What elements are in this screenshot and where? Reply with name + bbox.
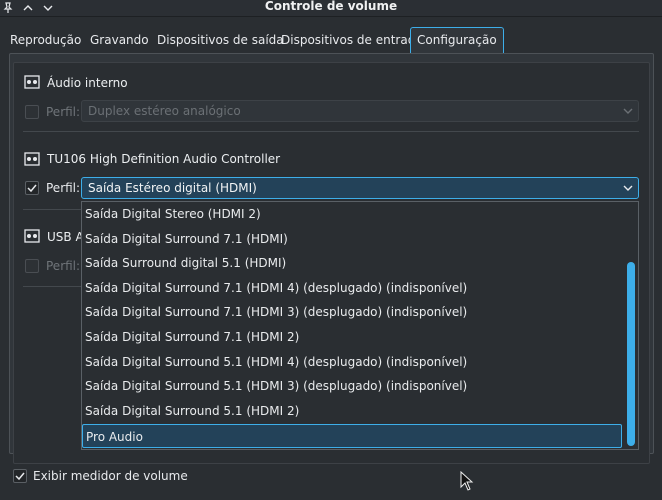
check-icon [27, 184, 37, 193]
dropdown-item[interactable]: Saída Digital Surround 7.1 (HDMI 2) [82, 325, 622, 349]
profile-combo[interactable]: Duplex estéreo analógico [81, 100, 639, 122]
dropdown-item[interactable]: Saída Digital Surround 5.1 (HDMI 4) (des… [82, 350, 622, 374]
chevron-down-icon [623, 108, 633, 114]
chevron-down-icon [623, 185, 633, 191]
profile-label: Perfil: [46, 181, 81, 195]
separator [23, 131, 639, 132]
audio-card-icon [24, 229, 40, 243]
tab-input-devices[interactable]: Dispositivos de entrada [275, 28, 429, 52]
mouse-cursor-icon [460, 471, 474, 491]
profile-checkbox[interactable] [25, 259, 39, 273]
tab-recording[interactable]: Gravando [84, 28, 155, 52]
dropdown-item[interactable]: Saída Surround digital 5.1 (HDMI) [82, 251, 622, 275]
tab-bar: Reprodução Gravando Dispositivos de saíd… [0, 27, 662, 54]
profile-combo[interactable]: Saída Estéreo digital (HDMI) [81, 177, 639, 199]
audio-card-icon [24, 152, 40, 166]
tab-output-devices[interactable]: Dispositivos de saída [151, 28, 290, 52]
window-title: Controle de volume [264, 0, 398, 13]
profile-value: Duplex estéreo analógico [88, 104, 241, 118]
profile-checkbox[interactable] [25, 181, 39, 195]
separator [23, 286, 81, 287]
profile-value: Saída Estéreo digital (HDMI) [88, 181, 257, 195]
profile-checkbox[interactable] [25, 105, 39, 119]
profile-label: Perfil: [46, 105, 81, 119]
dropdown-scrollbar[interactable] [627, 204, 635, 447]
dropdown-item[interactable]: Saída Digital Surround 7.1 (HDMI 3) (des… [82, 300, 622, 324]
dropdown-item-selected[interactable]: Pro Audio [82, 424, 622, 448]
profile-dropdown-list[interactable]: Saída Digital Stereo (HDMI 2) Saída Digi… [81, 201, 639, 450]
card-name: Áudio interno [47, 76, 128, 90]
dropdown-item[interactable]: Saída Digital Surround 7.1 (HDMI) [82, 227, 622, 251]
show-meter-label: Exibir medidor de volume [33, 469, 188, 483]
dropdown-item[interactable]: Saída Digital Surround 7.1 (HDMI 4) (des… [82, 276, 622, 300]
tab-playback[interactable]: Reprodução [4, 28, 87, 52]
scrollbar-thumb[interactable] [627, 262, 635, 446]
show-meter-checkbox[interactable] [13, 469, 27, 483]
separator [23, 209, 81, 210]
card-name: TU106 High Definition Audio Controller [47, 152, 281, 166]
dropdown-item[interactable]: Saída Digital Surround 5.1 (HDMI 2) [82, 399, 622, 423]
dropdown-item[interactable]: Saída Digital Surround 5.1 (HDMI 3) (des… [82, 374, 622, 398]
tab-configuration[interactable]: Configuração [410, 27, 504, 54]
dropdown-item[interactable]: Saída Digital Stereo (HDMI 2) [82, 202, 622, 226]
check-icon [15, 472, 25, 481]
profile-label: Perfil: [46, 259, 81, 273]
audio-card-icon [24, 75, 40, 89]
title-bar: Controle de volume [0, 0, 662, 17]
